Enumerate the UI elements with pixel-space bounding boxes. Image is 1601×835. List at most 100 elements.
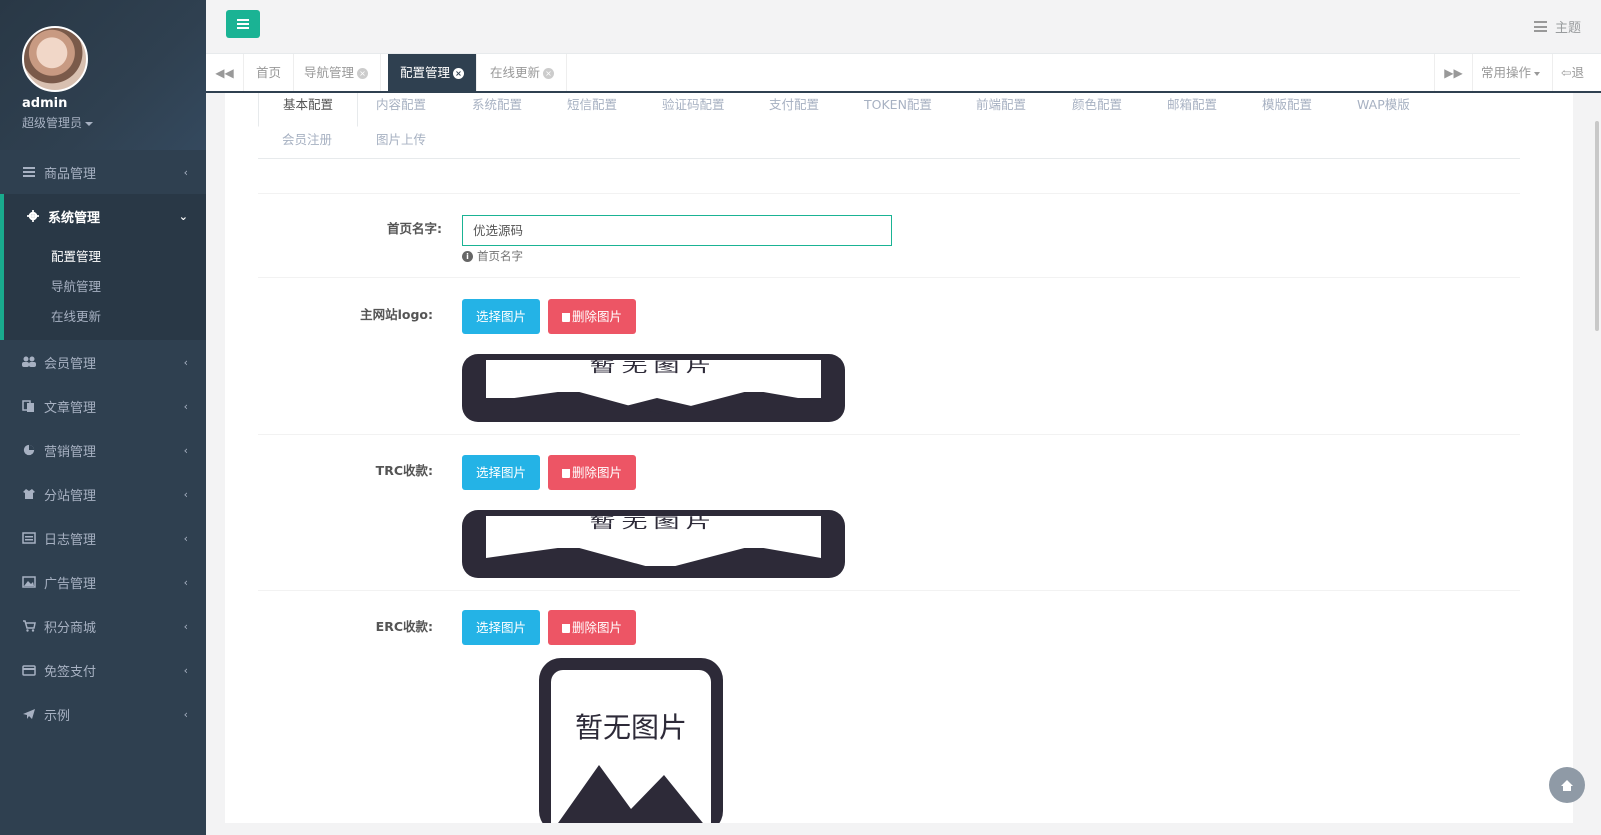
config-tab-image-upload[interactable]: 图片上传 <box>352 128 450 162</box>
trc-delete-button[interactable]: 删除图片 <box>548 455 637 490</box>
tab-label: 在线更新 <box>490 65 541 80</box>
erc-delete-button[interactable]: 删除图片 <box>548 610 637 645</box>
sidebar-item-ads[interactable]: 广告管理 ‹ <box>0 560 206 604</box>
divider <box>258 193 1520 194</box>
config-tab-sms[interactable]: 短信配置 <box>543 93 641 127</box>
trash-icon <box>562 469 570 478</box>
user-role-dropdown[interactable]: 超级管理员 <box>22 114 206 131</box>
pie-chart-icon <box>23 444 35 456</box>
sidebar-item-label: 会员管理 <box>44 356 97 372</box>
trc-no-image-placeholder: 暂无图片 <box>462 510 845 578</box>
main-logo-no-image-placeholder: 暂无图片 <box>462 354 845 422</box>
config-tab-color[interactable]: 颜色配置 <box>1048 93 1146 127</box>
chevron-left-icon: ‹ <box>183 444 188 457</box>
user-role-label: 超级管理员 <box>22 116 83 130</box>
menu-toggle-button[interactable] <box>226 10 260 38</box>
sidebar-item-system[interactable]: 系统管理 ⌄ <box>0 194 206 238</box>
divider <box>258 277 1520 278</box>
sidebar-item-marketing[interactable]: 营销管理 ‹ <box>0 428 206 472</box>
trc-select-button[interactable]: 选择图片 <box>462 455 541 490</box>
close-icon[interactable]: × <box>357 68 369 79</box>
info-icon: i <box>462 250 473 262</box>
submenu-item-nav[interactable]: 导航管理 <box>4 272 206 302</box>
config-tabs: 基本配置 内容配置 系统配置 短信配置 验证码配置 支付配置 TOKEN配置 前… <box>258 93 1520 159</box>
tab-online-update[interactable]: 在线更新 × <box>478 54 568 91</box>
logout-button[interactable]: ⇦退出 <box>1552 54 1601 117</box>
config-tab-content[interactable]: 内容配置 <box>352 93 450 127</box>
tabs-scroll-left-button[interactable]: ◀◀ <box>206 54 244 91</box>
theme-button[interactable]: 主题 <box>1533 17 1581 36</box>
config-tab-template[interactable]: 模版配置 <box>1238 93 1336 127</box>
delete-label: 删除图片 <box>572 465 623 480</box>
scrollbar-thumb[interactable] <box>1595 121 1599 331</box>
picture-icon <box>22 576 36 588</box>
theme-label: 主题 <box>1554 21 1581 36</box>
users-icon <box>22 356 36 367</box>
close-icon[interactable]: × <box>543 68 555 79</box>
erc-select-button[interactable]: 选择图片 <box>462 610 541 645</box>
delete-label: 删除图片 <box>572 309 623 324</box>
tab-label: 导航管理 <box>304 65 355 80</box>
config-tab-system[interactable]: 系统配置 <box>448 93 546 127</box>
tab-config-management[interactable]: 配置管理 × <box>388 54 478 91</box>
homepage-name-help: i 首页名字 <box>462 248 523 264</box>
hamburger-icon <box>237 23 249 25</box>
main-logo-delete-button[interactable]: 删除图片 <box>548 299 637 334</box>
main-content: 基本配置 内容配置 系统配置 短信配置 验证码配置 支付配置 TOKEN配置 前… <box>225 93 1573 823</box>
page-scrollbar[interactable] <box>1593 93 1601 835</box>
sidebar-item-label: 广告管理 <box>44 576 97 592</box>
tab-nav-management[interactable]: 导航管理 × <box>292 54 382 91</box>
caret-down-icon <box>1534 71 1541 76</box>
chevron-left-icon: ‹ <box>183 708 188 721</box>
sidebar-item-example[interactable]: 示例 ‹ <box>0 692 206 736</box>
config-tab-member-register[interactable]: 会员注册 <box>258 128 356 162</box>
list-icon <box>23 167 35 177</box>
forward-icon: ▶▶ <box>1444 65 1463 80</box>
sidebar-item-goods[interactable]: 商品管理 ‹ <box>0 150 206 194</box>
sidebar-item-label: 系统管理 <box>48 210 101 226</box>
chevron-left-icon: ‹ <box>183 576 188 589</box>
config-tab-token[interactable]: TOKEN配置 <box>840 93 956 127</box>
caret-down-icon <box>85 121 94 126</box>
submenu-item-update[interactable]: 在线更新 <box>4 302 206 332</box>
sidebar-item-label: 文章管理 <box>44 400 97 416</box>
tab-label: 配置管理 <box>400 65 451 80</box>
close-icon[interactable]: × <box>453 68 465 79</box>
tab-home[interactable]: 首页 <box>244 54 295 91</box>
submenu-item-config[interactable]: 配置管理 <box>4 242 206 272</box>
homepage-name-input[interactable]: 优选源码 <box>462 215 892 246</box>
home-float-button[interactable] <box>1549 767 1585 803</box>
sidebar-item-points-mall[interactable]: 积分商城 ‹ <box>0 604 206 648</box>
trc-label: TRC收款: <box>375 463 433 478</box>
no-image-text: 暂无图片 <box>574 711 687 744</box>
config-tab-email[interactable]: 邮箱配置 <box>1143 93 1241 127</box>
sidebar-item-free-pay[interactable]: 免签支付 ‹ <box>0 648 206 692</box>
config-tab-basic[interactable]: 基本配置 <box>258 93 359 127</box>
main-logo-select-button[interactable]: 选择图片 <box>462 299 541 334</box>
tabs-scroll-right-button[interactable]: ▶▶ <box>1434 54 1472 91</box>
chevron-left-icon: ‹ <box>183 400 188 413</box>
sidebar-item-substations[interactable]: 分站管理 ‹ <box>0 472 206 516</box>
copy-icon <box>22 400 34 412</box>
sidebar-item-members[interactable]: 会员管理 ‹ <box>0 340 206 384</box>
username: admin <box>22 96 68 111</box>
chevron-left-icon: ‹ <box>183 488 188 501</box>
sidebar-item-label: 免签支付 <box>44 664 97 680</box>
sidebar: admin 超级管理员 商品管理 ‹ 系统管理 ⌄ 配置管理 导航管理 在线更新… <box>0 0 206 835</box>
config-tab-captcha[interactable]: 验证码配置 <box>638 93 749 127</box>
common-ops-dropdown[interactable]: 常用操作 <box>1472 54 1548 91</box>
sidebar-item-logs[interactable]: 日志管理 ‹ <box>0 516 206 560</box>
credit-card-icon <box>22 665 36 676</box>
config-tab-frontend[interactable]: 前端配置 <box>952 93 1050 127</box>
main-logo-label: 主网站logo: <box>360 307 433 322</box>
mountain-icon <box>558 765 703 823</box>
chevron-left-icon: ‹ <box>183 532 188 545</box>
common-ops-label: 常用操作 <box>1481 65 1532 80</box>
sidebar-item-articles[interactable]: 文章管理 ‹ <box>0 384 206 428</box>
mountain-icon <box>486 392 821 422</box>
avatar[interactable] <box>22 26 88 92</box>
sidebar-item-label: 积分商城 <box>44 620 97 636</box>
chevron-left-icon: ‹ <box>183 166 188 179</box>
config-tab-payment[interactable]: 支付配置 <box>745 93 843 127</box>
config-tab-wap-template[interactable]: WAP模版 <box>1333 93 1434 127</box>
